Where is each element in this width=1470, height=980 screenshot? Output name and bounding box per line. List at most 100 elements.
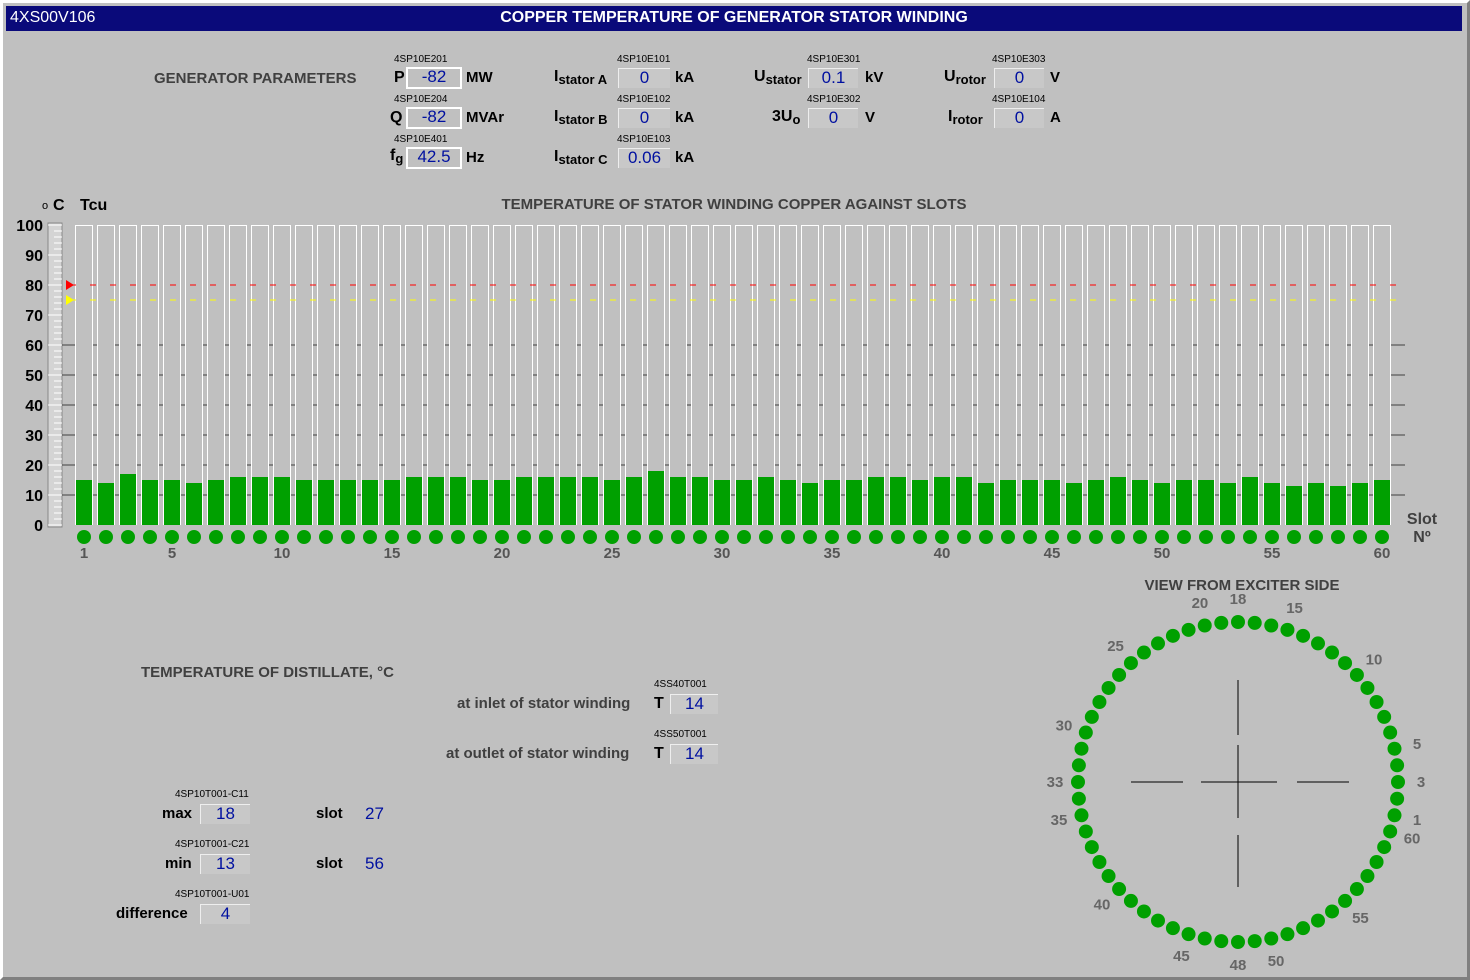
slot-indicator-5 [165, 530, 179, 544]
bar-slot-17 [428, 477, 444, 525]
ring-slot-2 [1390, 791, 1405, 806]
bar-outline [339, 225, 357, 525]
max-slot-label: slot [316, 805, 343, 822]
bar-slot-7 [208, 480, 224, 525]
bar-slot-43 [1000, 480, 1016, 525]
bar-slot-31 [736, 480, 752, 525]
bar-outline [207, 225, 225, 525]
x-tick-label: 40 [934, 545, 951, 562]
slot-indicator-48 [1111, 530, 1125, 544]
bar-slot-23 [560, 477, 576, 525]
slot-indicator-2 [99, 530, 113, 544]
bar-outline [1329, 225, 1347, 525]
slot-indicator-49 [1133, 530, 1147, 544]
bar-slot-55 [1264, 483, 1280, 525]
bar-outline [1263, 225, 1281, 525]
ring-slot-11 [1338, 656, 1353, 671]
bar-slot-14 [362, 480, 378, 525]
ring-slot-19 [1214, 615, 1229, 630]
difference-tag: 4SP10T001-U01 [175, 889, 250, 900]
bar-outline [1131, 225, 1149, 525]
ring-slot-45 [1181, 927, 1196, 942]
y-tick-label: 50 [25, 368, 43, 385]
bar-slot-15 [384, 480, 400, 525]
ring-slot-1 [1387, 808, 1402, 823]
x-tick-label: 45 [1044, 545, 1061, 562]
bar-slot-54 [1242, 477, 1258, 525]
ring-slot-23 [1151, 636, 1165, 651]
ring-label: 18 [1230, 591, 1247, 608]
bar-slot-16 [406, 477, 422, 525]
x-tick-label: 1 [80, 545, 88, 562]
slot-indicator-55 [1265, 530, 1279, 544]
y-axis-label: Tcu [80, 197, 107, 214]
bar-slot-32 [758, 477, 774, 525]
ring-slot-17 [1247, 615, 1262, 630]
y-tick-label: 20 [25, 458, 43, 475]
ring-slot-16 [1264, 618, 1279, 633]
slot-indicator-17 [429, 530, 443, 544]
slot-indicator-31 [737, 530, 751, 544]
ring-label: 30 [1056, 717, 1073, 734]
stator-ring: 1351015182025303335404548 505560 [1047, 591, 1426, 974]
bar-outline [823, 225, 841, 525]
ring-slot-33 [1071, 775, 1085, 789]
slot-indicator-42 [979, 530, 993, 544]
ring-slot-28 [1092, 695, 1107, 709]
bar-slot-21 [516, 477, 532, 525]
bar-slot-29 [692, 477, 708, 525]
slot-indicator-20 [495, 530, 509, 544]
ring-slot-30 [1078, 725, 1093, 740]
y-tick-label: 60 [25, 338, 43, 355]
chart-title: TEMPERATURE OF STATOR WINDING COPPER AGA… [501, 196, 966, 213]
slot-indicator-21 [517, 530, 531, 544]
ring-slot-54 [1325, 904, 1340, 919]
bar-outline [911, 225, 929, 525]
ring-slot-40 [1112, 882, 1127, 897]
ring-slot-9 [1360, 680, 1375, 695]
ring-slot-53 [1311, 913, 1325, 928]
bar-slot-38 [890, 477, 906, 525]
slot-indicator-9 [253, 530, 267, 544]
bar-slot-10 [274, 477, 290, 525]
ring-slot-22 [1165, 628, 1180, 643]
slot-indicator-47 [1089, 530, 1103, 544]
difference-value[interactable]: 4 [200, 904, 250, 924]
bar-slot-3 [120, 474, 136, 525]
bar-slot-28 [670, 477, 686, 525]
slot-indicator-52 [1199, 530, 1213, 544]
slot-indicator-3 [121, 530, 135, 544]
slot-temperature-chart: o C Tcu TEMPERATURE OF STATOR WINDING CO… [16, 196, 1437, 974]
bar-slot-24 [582, 477, 598, 525]
slot-indicator-39 [913, 530, 927, 544]
slot-indicator-44 [1023, 530, 1037, 544]
slot-indicator-10 [275, 530, 289, 544]
ring-slot-46 [1197, 931, 1212, 946]
bar-outline [999, 225, 1017, 525]
y-tick-label: 80 [25, 278, 43, 295]
min-value[interactable]: 13 [200, 854, 250, 874]
ring-slot-57 [1360, 869, 1375, 884]
ring-label: 20 [1192, 595, 1209, 612]
slot-indicator-46 [1067, 530, 1081, 544]
bar-slot-48 [1110, 477, 1126, 525]
bar-slot-37 [868, 477, 884, 525]
ring-slot-43 [1151, 913, 1165, 928]
bar-slot-33 [780, 480, 796, 525]
bar-outline [845, 225, 863, 525]
slot-indicator-16 [407, 530, 421, 544]
slot-indicator-38 [891, 530, 905, 544]
outlet-label: at outlet of stator winding [446, 745, 630, 762]
outlet-value[interactable]: 14 [670, 744, 718, 764]
ring-slot-5 [1387, 741, 1402, 756]
bar-slot-45 [1044, 480, 1060, 525]
outlet-symbol: T [654, 745, 664, 762]
min-tag: 4SP10T001-C21 [175, 839, 250, 850]
ring-slot-10 [1349, 667, 1364, 682]
inlet-value[interactable]: 14 [670, 694, 718, 714]
bar-slot-4 [142, 480, 158, 525]
slot-indicator-58 [1331, 530, 1345, 544]
bar-slot-18 [450, 477, 466, 525]
ring-slot-4 [1390, 758, 1405, 773]
max-value[interactable]: 18 [200, 804, 250, 824]
